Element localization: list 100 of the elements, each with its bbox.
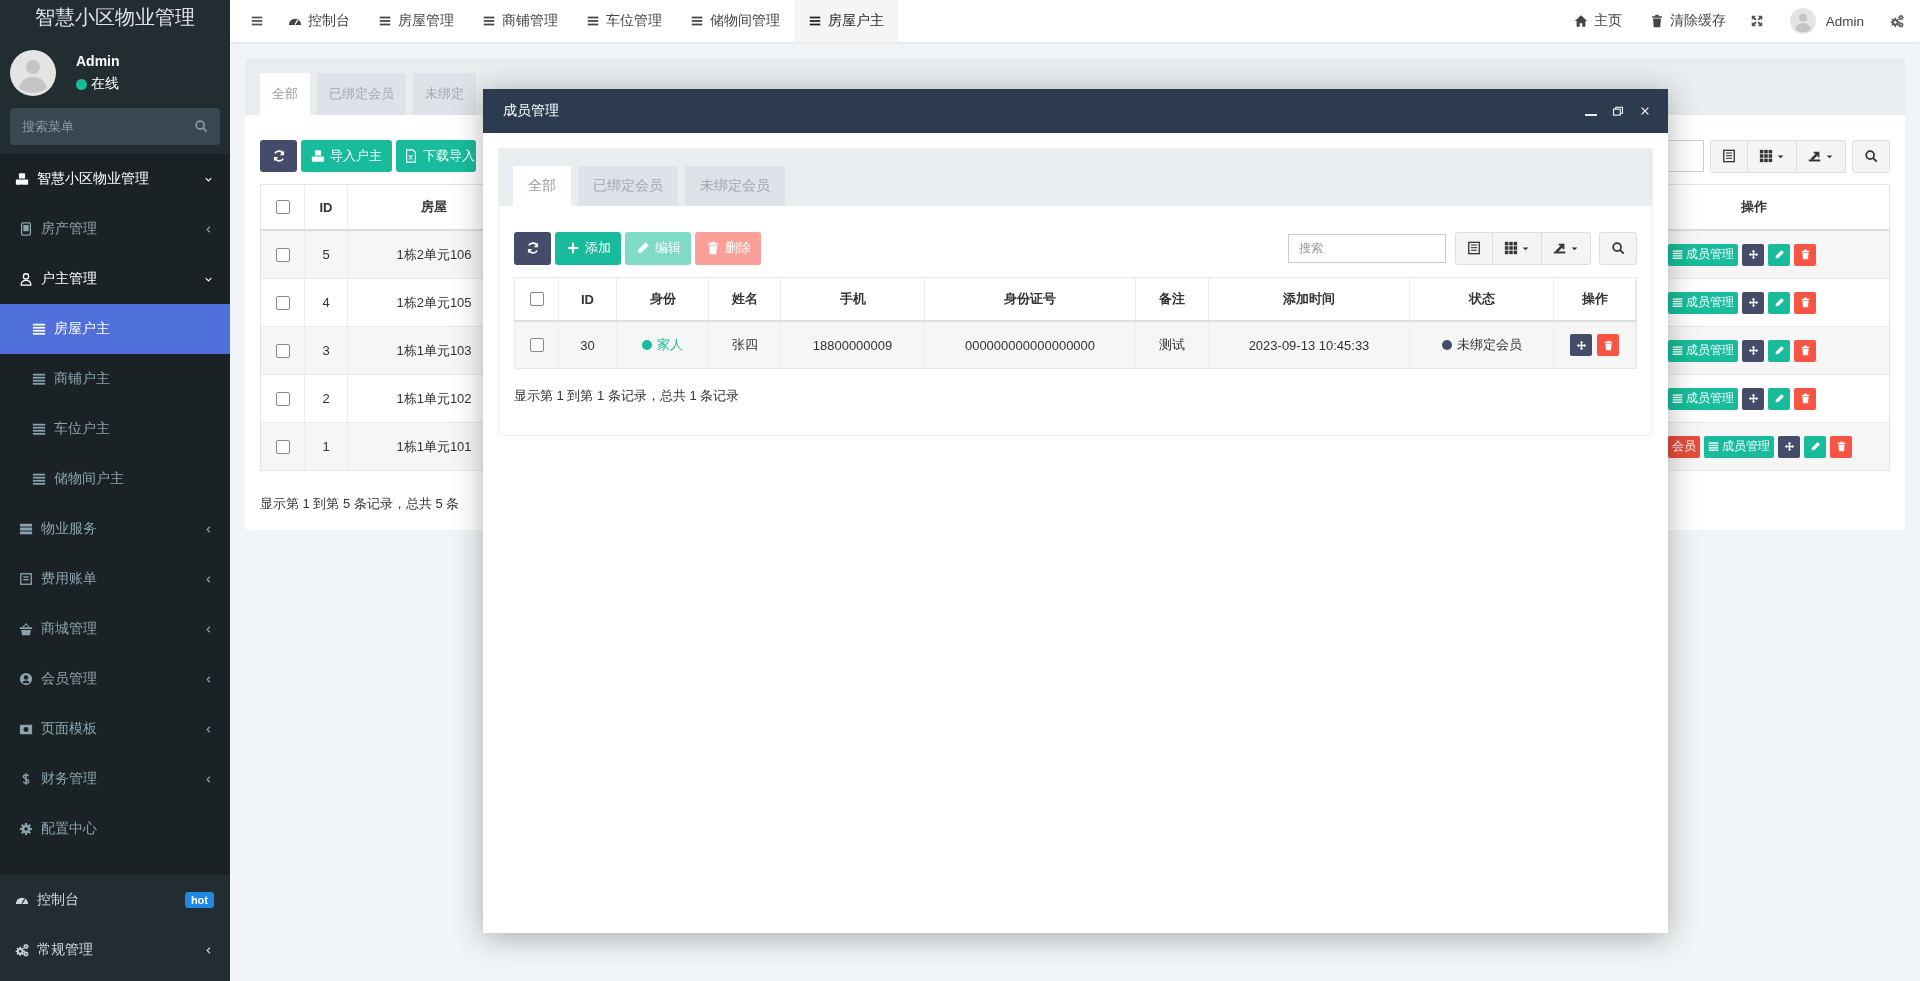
checkbox[interactable]	[275, 295, 290, 310]
menu-item[interactable]: 财务管理	[0, 754, 230, 804]
columns-button[interactable]	[1493, 231, 1542, 265]
column-header: 身份证号	[1004, 290, 1056, 308]
nav-tab[interactable]: 控制台	[274, 0, 364, 42]
avatar-icon	[1789, 8, 1816, 34]
menu-icon	[250, 14, 264, 28]
move-icon	[1747, 393, 1759, 404]
move-button[interactable]	[1742, 387, 1764, 410]
cubes-icon	[311, 149, 325, 163]
image-icon	[19, 722, 33, 736]
menu-item[interactable]: 配置中心	[0, 804, 230, 854]
export-button[interactable]	[1542, 231, 1591, 265]
column-header: 手机	[839, 290, 866, 308]
menu-item[interactable]: 常规管理	[0, 925, 230, 975]
table-cell: 2023-09-13 10:45:33	[1248, 337, 1370, 353]
menu-item[interactable]: 会员管理	[0, 654, 230, 704]
menu-search-field[interactable]: 搜索菜单	[10, 108, 220, 145]
search-field[interactable]	[1669, 140, 1704, 172]
list-icon	[1672, 393, 1683, 404]
user-circle-icon	[19, 672, 33, 686]
column-header: 状态	[1468, 290, 1495, 308]
move-button[interactable]	[1570, 334, 1592, 356]
spreadsheet-file-icon	[404, 149, 418, 163]
checkbox[interactable]	[275, 343, 290, 358]
checkbox[interactable]	[275, 391, 290, 406]
nav-tab[interactable]: 商铺管理	[468, 0, 572, 42]
pagination-info: 显示第 1 到第 5 条记录，总共 5 条	[260, 495, 461, 513]
column-header: 操作	[1581, 290, 1608, 308]
move-button[interactable]	[1742, 291, 1764, 314]
checkbox[interactable]	[275, 247, 290, 262]
move-button[interactable]	[1742, 243, 1764, 266]
nav-tab[interactable]: 储物间管理	[676, 0, 794, 42]
move-button[interactable]	[1778, 435, 1800, 458]
search-button[interactable]	[1852, 139, 1890, 173]
menu-item[interactable]: 房屋户主	[0, 304, 230, 354]
export-icon	[1808, 149, 1822, 163]
delete-button[interactable]	[1794, 339, 1816, 362]
move-icon	[1575, 339, 1587, 351]
menu-item[interactable]: 费用账单	[0, 554, 230, 604]
table-cell: 18800000009	[812, 337, 893, 353]
dialog-title: 成员管理	[503, 102, 559, 120]
refresh-icon	[271, 149, 286, 163]
list-icon	[32, 472, 46, 486]
user-menu[interactable]: Admin	[1773, 0, 1880, 42]
checkbox[interactable]	[275, 200, 290, 214]
restore-icon	[1611, 105, 1624, 117]
menu-item[interactable]: 户主管理	[0, 254, 230, 304]
table-icon	[1467, 241, 1481, 255]
list-icon	[1672, 345, 1683, 356]
grid-icon	[1504, 241, 1518, 255]
checkbox[interactable]	[275, 439, 290, 454]
menu-item[interactable]: 页面模板	[0, 704, 230, 754]
search-icon	[1611, 241, 1625, 255]
nav-tab[interactable]: 房屋管理	[364, 0, 468, 42]
app-title: 智慧小区物业管理	[0, 0, 230, 34]
list-icon	[1672, 249, 1683, 260]
move-button[interactable]	[1742, 339, 1764, 362]
menu-item[interactable]: 商城管理	[0, 604, 230, 654]
delete-button[interactable]	[1830, 435, 1852, 458]
menu-item[interactable]: 房产管理	[0, 204, 230, 254]
delete-button[interactable]	[1794, 387, 1816, 410]
column-header: 身份	[649, 290, 676, 308]
plus-icon	[565, 241, 580, 255]
menu-item[interactable]: 商铺户主	[0, 354, 230, 404]
status-label: 未绑定会员	[1456, 336, 1522, 354]
menu-icon	[482, 14, 496, 28]
nav-link[interactable]: 主页	[1559, 0, 1636, 42]
search-field[interactable]: 搜索	[1288, 233, 1446, 263]
checkbox[interactable]	[529, 338, 544, 352]
export-button[interactable]	[1797, 139, 1846, 173]
refresh-button[interactable]	[260, 140, 297, 172]
refresh-button[interactable]	[514, 231, 551, 265]
search-icon	[194, 119, 208, 133]
nav-tab[interactable]: 房屋户主	[794, 0, 898, 42]
menu-item[interactable]: 物业服务	[0, 504, 230, 554]
menu-item[interactable]: 车位户主	[0, 404, 230, 454]
menu-item[interactable]: 储物间户主	[0, 454, 230, 504]
column-header: 添加时间	[1283, 290, 1335, 308]
menu-item[interactable]: 智慧小区物业管理	[0, 154, 230, 204]
pencil-icon	[1773, 345, 1785, 356]
view-toggle-button[interactable]	[1710, 139, 1748, 173]
menu-item[interactable]: 控制台 hot	[0, 875, 230, 925]
nav-link[interactable]: 清除缓存	[1635, 0, 1740, 42]
gears-icon	[1890, 14, 1904, 28]
pencil-icon	[1773, 393, 1785, 404]
delete-button[interactable]	[1794, 291, 1816, 314]
nav-tab[interactable]: 车位管理	[572, 0, 676, 42]
list-icon	[32, 422, 46, 436]
search-button[interactable]	[1599, 231, 1637, 265]
columns-button[interactable]	[1748, 139, 1797, 173]
menu-icon	[586, 14, 600, 28]
badge: hot	[184, 892, 214, 908]
delete-button[interactable]	[1794, 243, 1816, 266]
pencil-icon	[1773, 249, 1785, 260]
member-button[interactable]: 会员	[1668, 435, 1700, 458]
delete-button[interactable]	[1597, 334, 1619, 356]
menu-icon	[808, 14, 822, 28]
view-toggle-button[interactable]	[1455, 231, 1493, 265]
checkbox[interactable]	[529, 292, 544, 306]
